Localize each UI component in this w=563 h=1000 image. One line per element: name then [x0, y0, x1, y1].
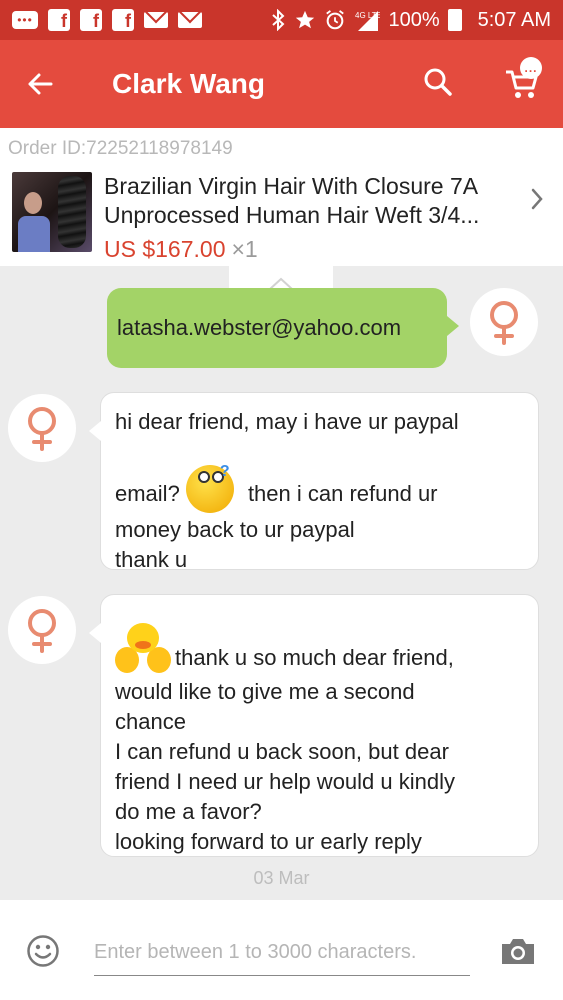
female-icon	[28, 407, 56, 451]
facebook-icon: f	[112, 9, 134, 31]
product-title-line: Unprocessed Human Hair Weft 3/4...	[104, 202, 480, 228]
quantity: ×1	[231, 236, 258, 262]
message-line: friend I need ur help would u kindly	[115, 769, 455, 794]
message-notification-icon: •••	[12, 11, 38, 29]
date-separator: 03 Mar	[253, 868, 310, 888]
product-title-line: Brazilian Virgin Hair With Closure 7A	[104, 173, 479, 199]
back-button[interactable]	[0, 40, 80, 128]
clock: 5:07 AM	[477, 8, 551, 31]
incoming-message[interactable]: hi dear friend, may i have ur paypal ema…	[89, 392, 539, 572]
female-icon	[28, 609, 56, 653]
order-card[interactable]: Order ID:72252118978149 Brazilian Virgin…	[0, 128, 563, 266]
seller-avatar[interactable]	[8, 596, 76, 664]
app-bar: Clark Wang ...	[0, 40, 563, 128]
message-line: thank u	[115, 547, 188, 572]
search-icon	[424, 68, 452, 96]
seller-avatar[interactable]	[8, 394, 76, 462]
incoming-message[interactable]: thank u so much dear friend, would like …	[89, 594, 539, 857]
bluetooth-icon	[272, 9, 285, 31]
cart-button[interactable]: ...	[498, 57, 546, 108]
mail-icon	[144, 12, 168, 28]
search-button[interactable]	[416, 60, 460, 104]
alarm-icon	[326, 10, 345, 30]
chevron-right-icon	[528, 186, 546, 212]
price-value: US $167.00	[104, 236, 226, 262]
message-line: chance	[115, 709, 186, 734]
product-price: US $167.00 ×1	[104, 236, 258, 263]
message-line: I can refund u back soon, but dear	[115, 739, 449, 764]
smiley-icon	[27, 935, 59, 967]
duck-emoji-icon	[115, 621, 171, 677]
svg-text:4G LTE: 4G LTE	[355, 11, 380, 20]
arrow-left-icon	[28, 73, 53, 95]
battery-icon	[447, 9, 462, 31]
status-bar: ••• f f f 4G LTE 100% 5:07 AM	[0, 0, 563, 40]
message-line: money back to ur paypal	[115, 517, 355, 542]
female-icon	[490, 301, 518, 345]
outgoing-message[interactable]: latasha.webster@yahoo.com	[107, 288, 459, 368]
message-line: do me a favor?	[115, 799, 262, 824]
cart-badge: ...	[520, 57, 542, 79]
message-composer	[0, 900, 563, 1000]
product-title: Brazilian Virgin Hair With Closure 7A Un…	[104, 172, 522, 230]
message-line: email?? then i can refund ur	[115, 461, 524, 515]
battery-percent: 100%	[388, 8, 440, 31]
facebook-icon: f	[48, 9, 70, 31]
mail-icon	[178, 12, 202, 28]
message-line: would like to give me a second	[115, 679, 415, 704]
message-input[interactable]	[94, 930, 470, 976]
message-line: hi dear friend, may i have ur paypal	[115, 409, 459, 434]
thinking-emoji-icon: ?	[184, 461, 238, 515]
camera-icon	[502, 939, 534, 964]
star-icon	[296, 10, 315, 29]
signal-icon: 4G LTE	[355, 11, 380, 31]
product-image	[12, 172, 92, 252]
order-id: Order ID:72252118978149	[8, 138, 233, 159]
message-line: thank u so much dear friend,	[115, 621, 524, 677]
facebook-icon: f	[80, 9, 102, 31]
message-text: latasha.webster@yahoo.com	[117, 315, 402, 340]
conversation-title: Clark Wang	[112, 68, 265, 99]
emoji-button[interactable]	[26, 934, 60, 968]
my-avatar[interactable]	[470, 288, 538, 356]
message-line: looking forward to ur early reply	[115, 829, 422, 854]
camera-button[interactable]	[500, 936, 536, 966]
